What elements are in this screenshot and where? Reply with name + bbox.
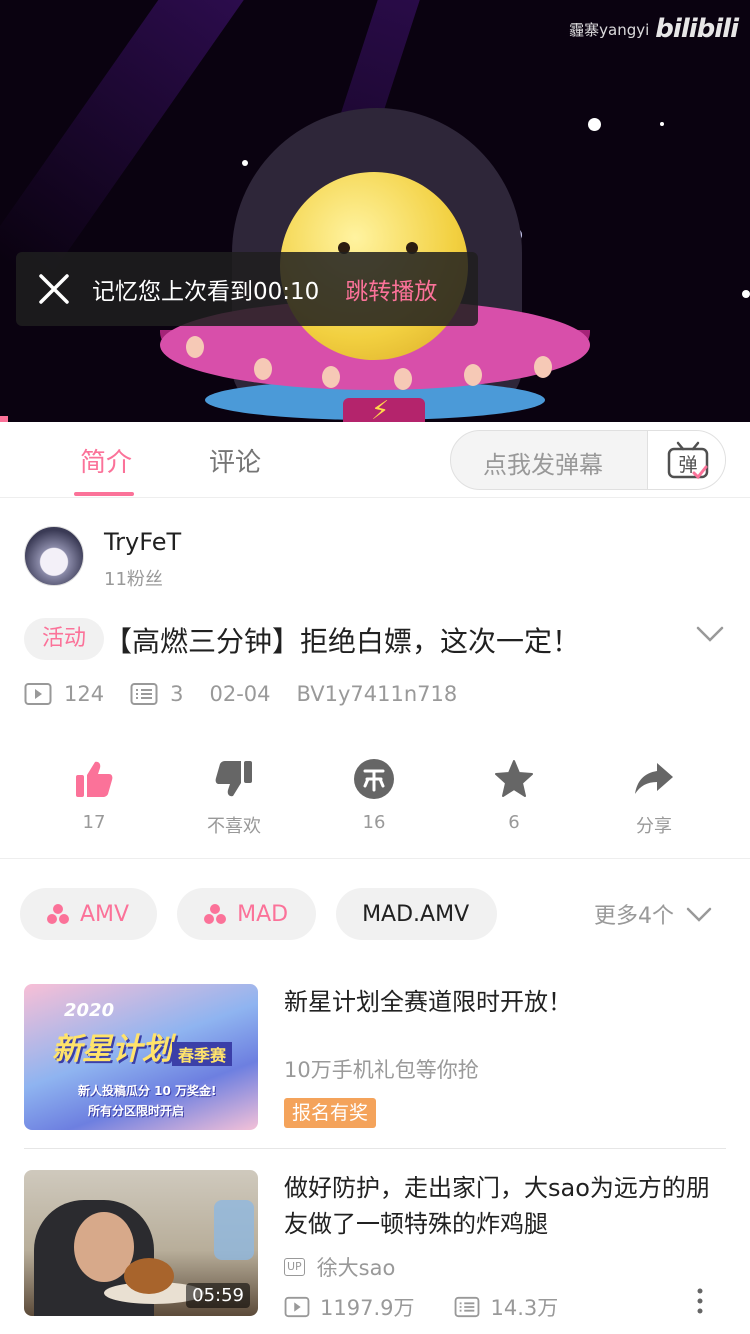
thumb-headline: 新星计划 [52,1032,172,1067]
action-bar: 17 不喜欢 16 6 分享 [24,756,724,840]
more-options-icon[interactable] [696,1288,704,1314]
danmaku-placeholder: 点我发弹幕 [483,451,603,479]
tag-label: MAD [237,901,289,927]
share-icon [635,763,673,794]
list-divider [24,1148,726,1149]
danmaku-input[interactable]: 点我发弹幕 弹 [450,430,726,490]
activity-tag[interactable]: 活动 [24,618,104,660]
more-tags-label: 更多4个 [594,904,674,929]
recommend-title: 做好防护，走出家门，大sao为远方的朋友做了一顿特殊的炸鸡腿 [284,1174,710,1238]
thumbs-down-icon [215,761,252,797]
thumb-bottle [214,1200,254,1260]
view-count: 1197.9万 [320,1296,415,1320]
danmaku-toggle-button[interactable]: 弹 [647,431,725,489]
danmaku-count-icon [130,682,158,706]
thumb-line1: 新人投稿瓜分 10 万奖金! [78,1084,217,1098]
video-stats: 124 3 02-04 BV1y7411n718 [24,678,483,710]
ring-dot [322,366,340,388]
thumb-season: 春季赛 [172,1042,233,1066]
uploader-name[interactable]: TryFeT [104,528,181,556]
lightning-emblem: ⚡ [343,396,425,422]
video-duration: 05:59 [186,1283,250,1308]
ring-dot [186,336,204,358]
favorite-button[interactable]: 6 [444,756,584,833]
star [588,118,601,131]
star-icon [495,760,533,797]
recommend-title: 新星计划全赛道限时开放！ [284,988,572,1016]
publish-date: 02-04 [209,682,271,706]
section-divider [0,858,750,859]
author-row: UP 徐大sao [284,1252,395,1282]
watermark: 霾寨yangyi bilibili [569,14,739,44]
thumb-food [124,1258,174,1294]
like-button[interactable]: 17 [24,756,164,833]
tag-label: AMV [80,901,130,927]
thumbs-up-icon [76,761,113,797]
recommend-desc: 10万手机礼包等你抢 [284,1058,479,1082]
danmaku-count-icon [455,1296,480,1318]
bilibili-logo: bilibili [655,14,739,44]
tab-comments[interactable]: 评论 [209,442,261,479]
star [660,122,664,126]
recommend-item[interactable]: 2020 新星计划 春季赛 新人投稿瓜分 10 万奖金! 所有分区限时开启 新星… [24,984,726,1134]
ring-dot [534,356,552,378]
bv-id: BV1y7411n718 [296,682,458,706]
author-name[interactable]: 徐大sao [317,1252,396,1282]
uploader-fans: 11粉丝 [104,569,163,590]
ring-dot [394,368,412,390]
like-count: 17 [82,812,106,833]
channel-icon [46,903,70,925]
coin-icon [354,759,394,799]
share-button[interactable]: 分享 [584,756,724,838]
danmaku-count: 3 [170,682,184,706]
video-player[interactable]: ⚡ 霾寨yangyi bilibili 记忆您上次看到00:10 跳转播放 [0,0,750,422]
coin-button[interactable]: 16 [304,756,444,833]
lightning-icon: ⚡ [371,396,390,422]
channel-icon [203,903,227,925]
view-count: 124 [64,682,105,706]
danmaku-tv-icon: 弹 [667,441,708,480]
close-icon[interactable] [16,252,92,326]
favorite-count: 6 [508,812,520,833]
dislike-button[interactable]: 不喜欢 [164,756,304,838]
ring-dot [464,364,482,386]
thumb-year: 2020 [64,1000,115,1021]
dislike-label: 不喜欢 [207,816,261,837]
tab-bar: 简介 评论 点我发弹幕 弹 [0,422,750,498]
stats-row: 1197.9万 14.3万 [284,1292,558,1322]
danmaku-count: 14.3万 [490,1296,559,1320]
play-count-icon [284,1296,310,1318]
ring-dot [254,358,272,380]
thumb-line2: 所有分区限时开启 [88,1104,185,1118]
tab-intro[interactable]: 简介 [80,442,132,479]
star [242,160,248,166]
promo-badge: 报名有奖 [284,1098,377,1128]
star [742,290,750,298]
thumbnail: 05:59 [24,1170,258,1316]
video-title: 【高燃三分钟】拒绝白嫖，这次一定！ [104,625,581,658]
watermark-user: 霾寨yangyi [569,20,650,39]
up-badge: UP [284,1258,305,1276]
tag-amv[interactable]: AMV [20,888,158,940]
resume-jump-button[interactable]: 跳转播放 [345,272,437,306]
resume-toast: 记忆您上次看到00:10 跳转播放 [16,252,478,326]
recommend-item[interactable]: 05:59 做好防护，走出家门，大sao为远方的朋友做了一顿特殊的炸鸡腿 UP … [24,1170,726,1320]
tag-mad-amv[interactable]: MAD.AMV [336,888,498,940]
thumbnail: 2020 新星计划 春季赛 新人投稿瓜分 10 万奖金! 所有分区限时开启 [24,984,258,1130]
tag-mad[interactable]: MAD [177,888,317,940]
share-label: 分享 [636,816,672,837]
coin-count: 16 [362,812,386,833]
resume-text: 记忆您上次看到00:10 [92,279,320,305]
play-count-icon [24,682,52,706]
chevron-down-icon [686,907,712,922]
avatar[interactable] [24,526,84,586]
tag-list: AMV MAD MAD.AMV [20,888,498,940]
more-tags-button[interactable]: 更多4个 [594,898,712,930]
tab-indicator [74,492,134,496]
tag-label: MAD.AMV [362,901,470,927]
chevron-down-icon[interactable] [696,624,724,644]
